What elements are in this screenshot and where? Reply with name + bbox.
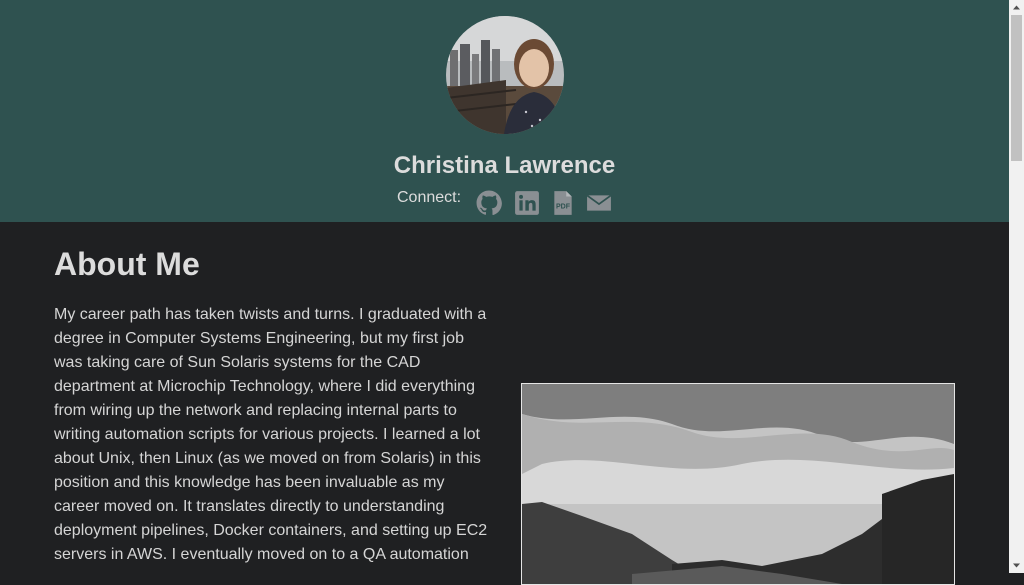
profile-header: Christina Lawrence Connect: PDF — [0, 0, 1009, 222]
linkedin-link[interactable] — [514, 190, 540, 216]
scroll-down-arrow-icon[interactable] — [1009, 558, 1024, 573]
svg-text:PDF: PDF — [556, 203, 571, 210]
scroll-up-arrow-icon[interactable] — [1009, 0, 1024, 15]
avatar — [446, 16, 564, 134]
github-icon — [476, 190, 502, 216]
profile-name: Christina Lawrence — [393, 152, 616, 179]
landscape-photo — [521, 383, 955, 585]
github-link[interactable] — [476, 190, 502, 216]
envelope-icon — [586, 194, 612, 211]
about-heading: About Me — [54, 246, 200, 282]
river-gorge-photo — [522, 384, 954, 584]
about-section: About Me My career path has taken twists… — [0, 222, 1009, 585]
about-paragraph: My career path has taken twists and turn… — [54, 306, 488, 563]
connect-label: Connect: — [397, 189, 462, 206]
pdf-icon: PDF — [554, 191, 572, 215]
email-link[interactable] — [586, 190, 612, 216]
profile-photo — [446, 16, 564, 134]
scrollbar-thumb[interactable] — [1011, 15, 1022, 161]
vertical-scrollbar[interactable] — [1009, 0, 1024, 573]
resume-pdf-link[interactable]: PDF — [550, 190, 576, 216]
linkedin-icon — [515, 191, 539, 215]
